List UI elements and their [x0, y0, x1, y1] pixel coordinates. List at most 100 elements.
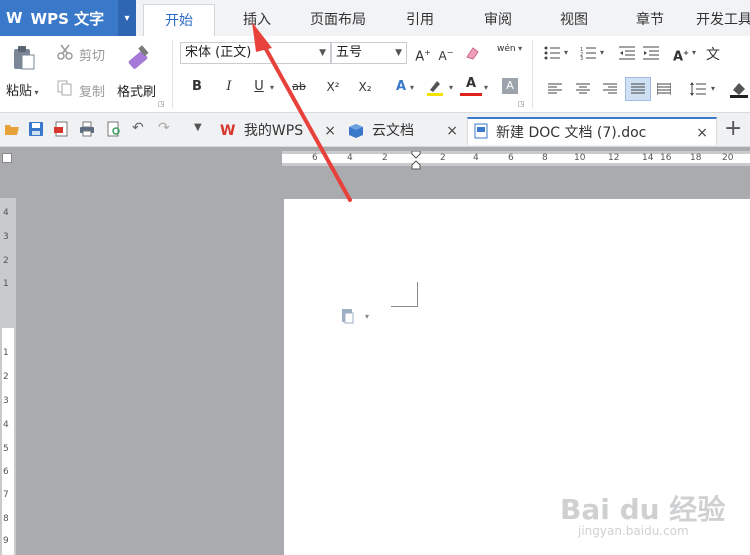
phonetic-label: wén — [497, 44, 516, 54]
copy-button[interactable]: 复制 — [79, 81, 105, 100]
ruler-toggle-button[interactable] — [2, 153, 12, 163]
format-painter-icon[interactable] — [126, 43, 152, 71]
font-name-select[interactable]: 宋体 (正文) ▼ — [180, 42, 331, 64]
close-icon[interactable]: × — [696, 119, 708, 147]
tab-label: 新建 DOC 文档 (7).doc — [496, 125, 647, 141]
text-direction-button[interactable]: A+ — [670, 42, 692, 64]
ruler-number: 10 — [574, 153, 586, 163]
paragraph-shading-icon[interactable] — [730, 80, 748, 98]
redo-icon[interactable]: ↷ — [158, 120, 170, 136]
app-menu-dropdown-icon[interactable]: ▾ — [118, 0, 136, 36]
tab-references[interactable]: 引用 — [388, 0, 452, 36]
line-spacing-icon[interactable] — [690, 82, 706, 96]
indent-marker-icon[interactable] — [411, 151, 421, 171]
bullet-list-icon[interactable] — [544, 46, 560, 60]
grow-font-button[interactable]: A+ — [412, 42, 434, 64]
char-shading-button[interactable]: A — [502, 78, 518, 94]
shrink-font-button[interactable]: A− — [435, 42, 457, 64]
chevron-down-icon: ▼ — [395, 48, 402, 58]
new-tab-button[interactable]: + — [724, 116, 742, 141]
increase-indent-icon[interactable] — [643, 46, 659, 60]
font-name-value: 宋体 (正文) — [185, 45, 252, 60]
horizontal-ruler[interactable]: 6 4 2 2 4 6 8 10 12 14 16 18 20 — [282, 151, 750, 170]
document-tab-bar: ↶ ↷ ▼ W 我的WPS × 云文档 × 新建 DOC 文档 (7).doc … — [0, 113, 750, 147]
chevron-down-icon[interactable]: ▾ — [564, 48, 568, 57]
clear-format-icon[interactable] — [464, 45, 480, 61]
ruler-number: 12 — [608, 153, 620, 163]
numbered-list-icon[interactable]: 1 2 3 — [580, 46, 596, 60]
open-folder-icon[interactable] — [4, 121, 20, 137]
chevron-down-icon[interactable]: ▾ — [711, 84, 715, 93]
quick-access-dropdown-icon[interactable]: ▼ — [194, 122, 202, 133]
ruler-number: 6 — [312, 153, 318, 163]
font-size-select[interactable]: 五号 ▼ — [331, 42, 407, 64]
highlight-icon[interactable] — [426, 78, 444, 96]
tab-my-wps[interactable]: W 我的WPS × — [216, 117, 340, 145]
subscript-button[interactable]: X₂ — [354, 76, 376, 98]
underline-button[interactable]: U — [248, 76, 270, 98]
tab-page-layout[interactable]: 页面布局 — [298, 0, 378, 36]
app-menu-button[interactable]: W WPS 文字 — [0, 0, 118, 36]
print-icon[interactable] — [79, 121, 95, 137]
tab-insert[interactable]: 插入 — [225, 0, 289, 36]
italic-button[interactable]: I — [218, 76, 240, 98]
text-effect-button[interactable]: A — [390, 76, 412, 98]
paste-icon[interactable] — [10, 44, 38, 72]
tab-cloud-docs[interactable]: 云文档 × — [346, 117, 466, 145]
scissors-icon — [57, 44, 73, 60]
chevron-down-icon[interactable]: ▾ — [692, 48, 696, 57]
bold-button[interactable]: B — [186, 76, 208, 98]
menu-bar: W WPS 文字 ▾ 开始 插入 页面布局 引用 审阅 视图 章节 开发工具 — [0, 0, 750, 36]
format-painter-button[interactable]: 格式刷 — [117, 81, 156, 100]
close-icon[interactable]: × — [324, 117, 336, 145]
ruler-number: 2 — [382, 153, 388, 163]
decrease-indent-icon[interactable] — [619, 46, 635, 60]
svg-text:3: 3 — [580, 56, 583, 60]
save-icon[interactable] — [28, 121, 44, 137]
chevron-down-icon[interactable]: ▾ — [449, 83, 453, 92]
vertical-ruler[interactable]: 4 3 2 1 1 2 3 4 5 6 7 8 9 — [0, 198, 16, 555]
font-expand-icon[interactable]: ◳ — [518, 100, 525, 108]
tab-view[interactable]: 视图 — [542, 0, 606, 36]
chevron-down-icon: ▼ — [319, 48, 326, 58]
export-pdf-icon[interactable] — [53, 121, 69, 137]
ruler-number: 16 — [660, 153, 672, 163]
chinese-layout-button[interactable]: 文 — [706, 44, 720, 64]
close-icon[interactable]: × — [446, 117, 458, 145]
paste-options-icon[interactable] — [340, 308, 354, 324]
distributed-align-icon[interactable] — [657, 83, 671, 95]
align-right-icon[interactable] — [603, 83, 617, 95]
tab-chapter[interactable]: 章节 — [618, 0, 682, 36]
copy-icon — [57, 80, 72, 96]
chevron-down-icon[interactable]: ▾ — [600, 48, 604, 57]
chevron-down-icon[interactable]: ▾ — [410, 83, 414, 92]
align-left-icon[interactable] — [548, 83, 562, 95]
tab-new-doc[interactable]: 新建 DOC 文档 (7).doc × — [467, 117, 717, 145]
strikethrough-button[interactable]: ab — [284, 76, 314, 98]
tab-home[interactable]: 开始 — [143, 4, 215, 36]
cloud-cube-icon — [349, 124, 363, 138]
watermark-brand: Bai du 经验 — [560, 493, 726, 526]
ruler-number: 14 — [642, 153, 654, 163]
doc-file-icon — [474, 123, 488, 139]
paste-options-dropdown-icon[interactable]: ▾ — [365, 312, 369, 321]
tab-review[interactable]: 审阅 — [466, 0, 530, 36]
ruler-number: 8 — [3, 514, 9, 524]
ruler-number: 4 — [347, 153, 353, 163]
page-margin-corner — [391, 282, 418, 307]
underline-dropdown-icon[interactable]: ▾ — [270, 83, 274, 92]
tab-developer[interactable]: 开发工具 — [696, 0, 750, 36]
superscript-button[interactable]: X² — [322, 76, 344, 98]
wps-logo-icon: W — [220, 123, 236, 139]
font-color-button[interactable]: A — [460, 74, 482, 96]
print-preview-icon[interactable] — [106, 121, 122, 137]
undo-icon[interactable]: ↶ — [132, 120, 144, 136]
clipboard-expand-icon[interactable]: ◳ — [158, 100, 165, 108]
cut-button[interactable]: 剪切 — [79, 45, 105, 64]
align-center-icon[interactable] — [576, 83, 590, 95]
chevron-down-icon[interactable]: ▾ — [484, 83, 488, 92]
phonetic-guide-button[interactable]: wén ▾ — [497, 44, 522, 54]
justify-button[interactable] — [625, 77, 651, 101]
paste-label: 粘贴 — [6, 84, 33, 99]
paste-button[interactable]: 粘贴 ▾ — [6, 80, 39, 99]
